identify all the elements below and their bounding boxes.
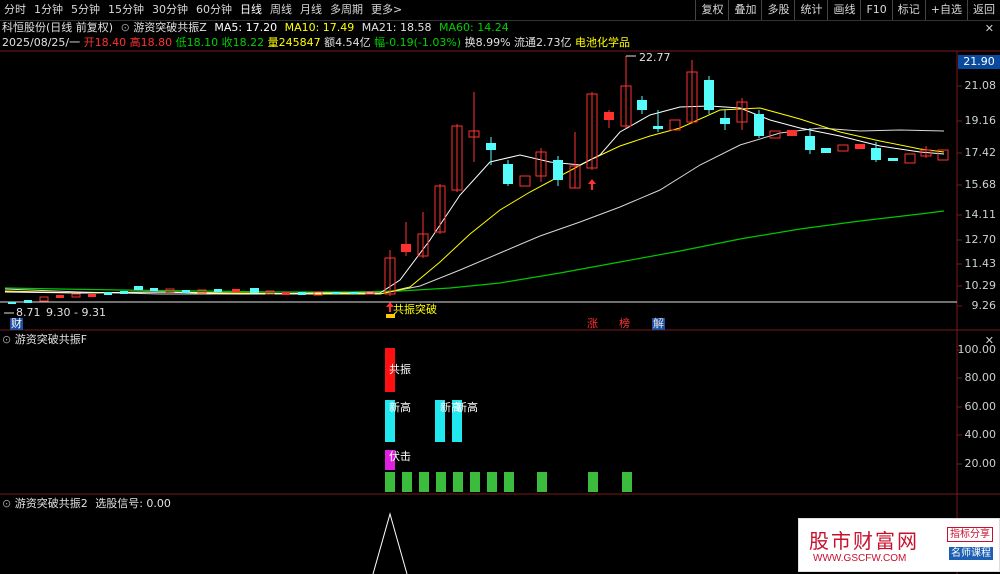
axis-label-6: 12.70 [964, 233, 997, 246]
peak-price-label: 22.77 [639, 51, 671, 64]
panel1-collapse-icon[interactable]: ⊙ [2, 333, 11, 346]
watermark-tag-share: 指标分享 [947, 527, 993, 542]
breakout-label: 共振突破 [393, 303, 437, 316]
panel1-title[interactable]: 游资突破共振F [15, 333, 87, 346]
current-price-tag: 21.90 [958, 55, 1000, 69]
candlesticks [8, 56, 949, 304]
axis-label-7: 11.43 [964, 257, 997, 270]
panel2-title[interactable]: 游资突破共振2 [15, 497, 88, 510]
finance-marker[interactable]: 财 [10, 318, 23, 330]
watermark-tag-course: 名师课程 [949, 547, 993, 560]
panel1-axis-40: 40.00 [964, 428, 997, 441]
new-high-label-1: 新高 [389, 401, 411, 414]
resonance-label: 共振 [389, 363, 411, 376]
limit-up-marker[interactable]: 涨 [587, 318, 598, 330]
unlock-marker[interactable]: 解 [652, 318, 665, 330]
panel1-axis-80: 80.00 [964, 371, 997, 384]
panel2-signal: 选股信号: 0.00 [95, 497, 171, 510]
axis-label-9: 9.26 [971, 299, 997, 312]
axis-label-5: 14.11 [964, 208, 997, 221]
ranking-marker[interactable]: 榜 [619, 318, 630, 330]
panel1-header: ⊙ 游资突破共振F [2, 332, 87, 347]
axis-label-4: 15.68 [964, 178, 997, 191]
watermark-logo: 股市财富网 WWW.GSCFW.COM 指标分享 名师课程 [798, 518, 1000, 572]
axis-label-1: 21.08 [964, 79, 997, 92]
new-high-label-3: 新高 [456, 401, 478, 414]
ma60-line [4, 210, 945, 293]
chart-canvas[interactable] [0, 0, 1000, 574]
signal-bars [385, 348, 632, 492]
ambush-label: 伏击 [389, 450, 411, 463]
panel1-axis-20: 20.00 [964, 457, 997, 470]
panel1-axis-60: 60.00 [964, 400, 997, 413]
panel2-collapse-icon[interactable]: ⊙ [2, 497, 11, 510]
panel2-header: ⊙ 游资突破共振2 选股信号: 0.00 [2, 496, 171, 511]
axis-label-8: 10.29 [964, 279, 997, 292]
watermark-name: 股市财富网 [809, 529, 919, 553]
range-label: 9.30 - 9.31 [46, 306, 106, 319]
panel1-axis-100: 100.00 [957, 343, 997, 356]
watermark-url: WWW.GSCFW.COM [813, 553, 907, 564]
axis-label-3: 17.42 [964, 146, 997, 159]
signal-spike [372, 512, 408, 574]
axis-label-2: 19.16 [964, 114, 997, 127]
